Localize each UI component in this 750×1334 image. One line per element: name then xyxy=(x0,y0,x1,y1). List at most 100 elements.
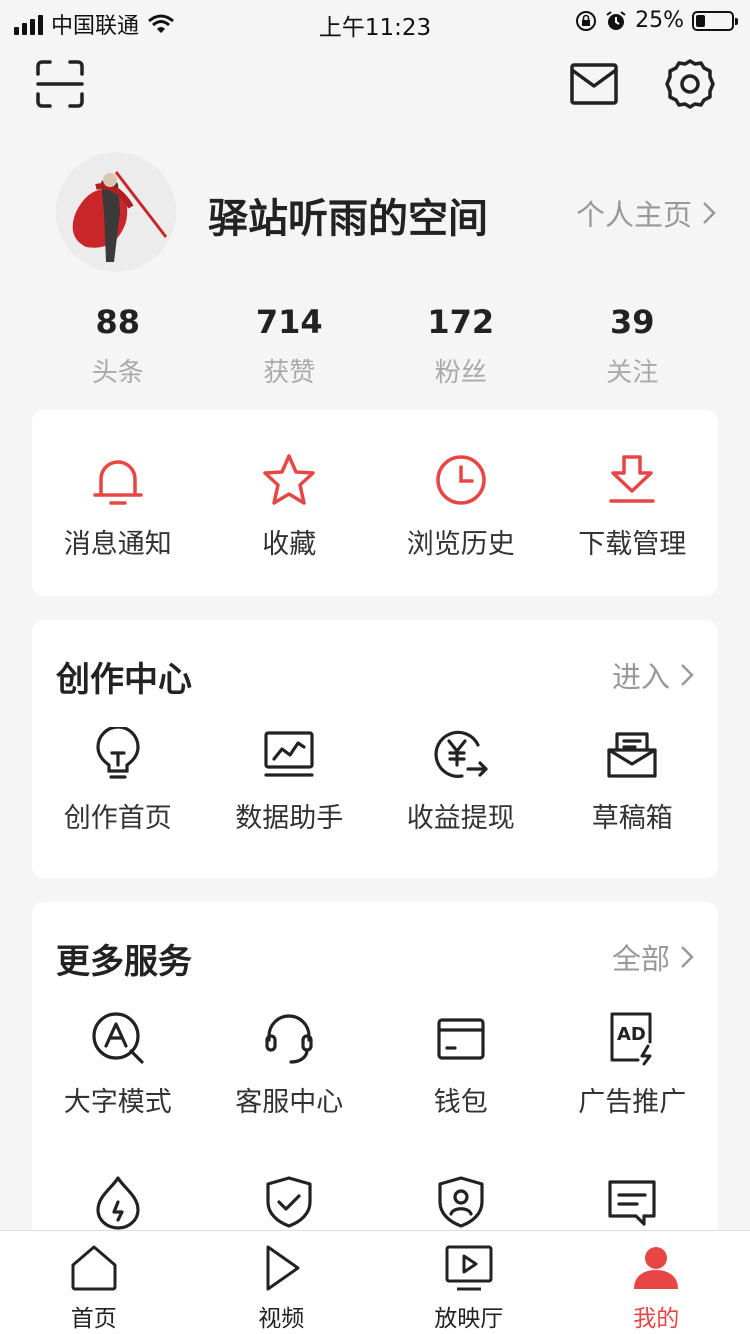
quick-actions-grid: 消息通知 收藏 浏览历史 下载管理 xyxy=(32,450,718,561)
play-icon xyxy=(266,1245,300,1291)
tab-theater[interactable]: 放映厅 xyxy=(375,1231,563,1334)
chevron-right-icon xyxy=(681,664,694,686)
cell-label: 客服中心 xyxy=(235,1087,344,1118)
gear-icon xyxy=(665,59,715,109)
top-toolbar xyxy=(0,56,750,116)
cell-label: 大字模式 xyxy=(63,1087,172,1118)
user-shield-icon xyxy=(438,1176,484,1228)
stats-row: 88 头条 714 获赞 172 粉丝 39 关注 xyxy=(32,302,718,392)
headset-icon xyxy=(265,1014,313,1064)
settings-button[interactable] xyxy=(662,56,718,112)
stat-value: 39 xyxy=(609,303,655,341)
username: 驿站听雨的空间 xyxy=(208,196,488,242)
stat-label: 关注 xyxy=(606,358,659,388)
avatar-image xyxy=(56,152,176,272)
quick-action-favorites[interactable]: 收藏 xyxy=(204,450,376,561)
alarm-icon xyxy=(606,10,626,30)
service-flame[interactable] xyxy=(32,1172,204,1232)
download-icon xyxy=(609,455,655,503)
lightbulb-icon xyxy=(96,727,140,779)
creation-earnings[interactable]: 收益提现 xyxy=(375,724,547,835)
profile-header: 驿站听雨的空间 个人主页 xyxy=(56,152,716,272)
service-feedback[interactable] xyxy=(547,1172,719,1232)
large-font-icon xyxy=(92,1012,144,1064)
stat-value: 714 xyxy=(255,303,323,341)
stat-value: 172 xyxy=(427,303,495,341)
cell-label: 收益提现 xyxy=(406,803,515,834)
creation-data-assistant[interactable]: 数据助手 xyxy=(204,724,376,835)
battery-icon xyxy=(692,10,738,31)
shield-check-icon xyxy=(266,1176,312,1228)
cell-label: 钱包 xyxy=(433,1087,488,1118)
tab-label: 放映厅 xyxy=(434,1306,504,1332)
tab-home[interactable]: 首页 xyxy=(0,1231,188,1334)
homepage-link[interactable]: 个人主页 xyxy=(576,192,716,234)
cell-label: 消息通知 xyxy=(63,529,172,560)
section-link-label: 进入 xyxy=(611,660,670,694)
ad-icon: AD xyxy=(610,1012,652,1066)
homepage-label: 个人主页 xyxy=(575,198,692,232)
cell-label: 草稿箱 xyxy=(591,803,673,834)
stat-headlines[interactable]: 88 头条 xyxy=(32,302,204,392)
status-bar: 中国联通 上午11:23 25% xyxy=(0,0,750,42)
stat-label: 获赞 xyxy=(263,358,316,388)
tab-label: 首页 xyxy=(70,1306,117,1332)
bottom-tab-bar: 首页 视频 放映厅 我的 xyxy=(0,1230,750,1334)
cell-label: 收藏 xyxy=(262,529,317,560)
tab-video[interactable]: 视频 xyxy=(188,1231,376,1334)
wallet-icon xyxy=(437,1018,485,1060)
cell-label: 浏览历史 xyxy=(406,529,515,560)
quick-action-downloads[interactable]: 下载管理 xyxy=(547,450,719,561)
tv-play-icon xyxy=(445,1245,493,1291)
stat-label: 头条 xyxy=(91,358,144,388)
quick-actions-card: 消息通知 收藏 浏览历史 下载管理 xyxy=(32,410,718,596)
scan-button[interactable] xyxy=(32,56,88,112)
services-grid: 大字模式 客服中心 钱包 AD 广告推广 xyxy=(32,1008,718,1119)
battery-percent: 25% xyxy=(635,8,684,33)
tab-label: 我的 xyxy=(633,1306,680,1332)
avatar[interactable] xyxy=(56,152,176,272)
section-title: 更多服务 xyxy=(56,942,192,982)
service-wallet[interactable]: 钱包 xyxy=(375,1008,547,1119)
svg-text:AD: AD xyxy=(617,1024,646,1045)
service-large-font[interactable]: 大字模式 xyxy=(32,1008,204,1119)
quick-action-history[interactable]: 浏览历史 xyxy=(375,450,547,561)
more-services-all-link[interactable]: 全部 xyxy=(612,936,694,978)
service-customer-center[interactable]: 客服中心 xyxy=(204,1008,376,1119)
stat-likes[interactable]: 714 获赞 xyxy=(204,302,376,392)
tab-mine[interactable]: 我的 xyxy=(563,1231,750,1334)
services-grid-row2 xyxy=(32,1172,718,1232)
message-icon xyxy=(608,1180,656,1226)
section-title: 创作中心 xyxy=(56,660,192,700)
service-privacy[interactable] xyxy=(375,1172,547,1232)
status-right: 25% xyxy=(575,8,738,33)
cell-label: 下载管理 xyxy=(578,529,687,560)
star-icon xyxy=(263,454,315,505)
user-icon xyxy=(634,1247,679,1289)
draft-box-icon xyxy=(607,732,657,778)
creation-grid: 创作首页 数据助手 收益提现 草稿箱 xyxy=(32,724,718,835)
cell-label: 广告推广 xyxy=(578,1087,687,1118)
chevron-right-icon xyxy=(681,946,694,968)
flame-icon xyxy=(96,1176,140,1230)
scan-icon xyxy=(36,60,84,108)
section-link-label: 全部 xyxy=(611,942,670,976)
chevron-right-icon xyxy=(703,202,716,224)
service-ads[interactable]: AD 广告推广 xyxy=(547,1008,719,1119)
cell-label: 数据助手 xyxy=(235,803,344,834)
mail-button[interactable] xyxy=(566,56,622,112)
yen-withdraw-icon xyxy=(434,730,488,778)
quick-action-notifications[interactable]: 消息通知 xyxy=(32,450,204,561)
creation-drafts[interactable]: 草稿箱 xyxy=(547,724,719,835)
stat-label: 粉丝 xyxy=(434,358,487,388)
stat-followers[interactable]: 172 粉丝 xyxy=(375,302,547,392)
mail-icon xyxy=(570,63,618,105)
home-icon xyxy=(71,1245,117,1291)
tab-label: 视频 xyxy=(258,1306,305,1332)
service-security[interactable] xyxy=(204,1172,376,1232)
creation-center-enter-link[interactable]: 进入 xyxy=(612,654,694,696)
clock-icon xyxy=(436,455,486,505)
stat-following[interactable]: 39 关注 xyxy=(547,302,719,392)
creation-home[interactable]: 创作首页 xyxy=(32,724,204,835)
cell-label: 创作首页 xyxy=(63,803,172,834)
